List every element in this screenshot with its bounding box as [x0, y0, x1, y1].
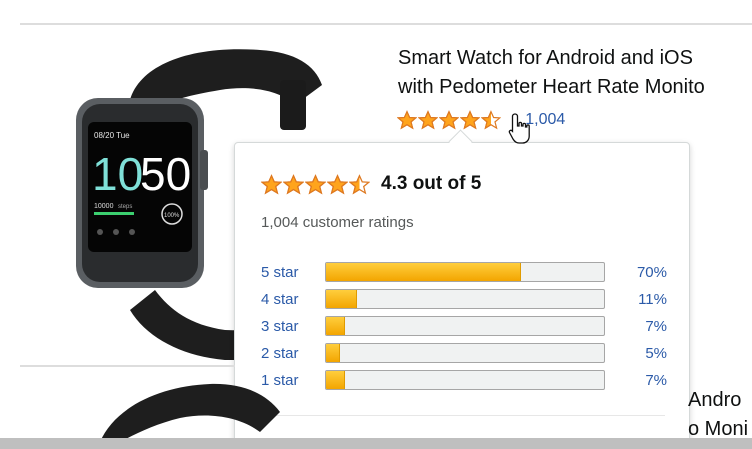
histogram-bar[interactable]	[325, 262, 605, 282]
rating-histogram: 5 star 70% 4 star 11% 3 star 7% 2 star 5% 1 star…	[261, 261, 681, 396]
histogram-star-label[interactable]: 3 star	[261, 318, 299, 335]
popover-divider	[261, 415, 665, 416]
rating-stars[interactable]	[397, 110, 502, 130]
histogram-bar-fill	[326, 263, 521, 281]
next-product-title-link[interactable]: Andro o Moni	[688, 386, 748, 444]
star-icon	[397, 110, 417, 130]
horizontal-scrollbar[interactable]	[0, 438, 752, 449]
popover-stars	[261, 173, 371, 195]
screen-hours: 10	[92, 148, 143, 200]
histogram-row[interactable]: 2 star 5%	[261, 342, 681, 369]
histogram-bar-fill	[326, 317, 346, 335]
histogram-star-label[interactable]: 4 star	[261, 291, 299, 308]
product-image-smart-watch-2[interactable]	[90, 372, 290, 442]
screen-steps-unit: steps	[118, 204, 132, 210]
star-icon	[261, 173, 282, 194]
popover-score-text: 4.3 out of 5	[381, 173, 482, 194]
hand-pointer-cursor-icon	[508, 113, 530, 144]
histogram-row[interactable]: 4 star 11%	[261, 288, 681, 315]
screen-progress: 100%	[164, 213, 180, 219]
star-icon	[327, 173, 348, 194]
next-product-title-line1[interactable]: Andro	[688, 386, 748, 415]
histogram-percent[interactable]: 5%	[645, 345, 667, 362]
histogram-percent[interactable]: 7%	[645, 372, 667, 389]
product-title-line1[interactable]: Smart Watch for Android and iOS	[398, 44, 752, 73]
star-icon	[283, 173, 304, 194]
screen-minutes: 50	[140, 148, 191, 200]
star-icon	[460, 110, 480, 130]
histogram-bar-fill	[326, 344, 340, 362]
star-icon	[439, 110, 459, 130]
screen-steps: 10000	[94, 203, 114, 210]
histogram-star-label[interactable]: 2 star	[261, 345, 299, 362]
popover-header: 4.3 out of 5	[261, 173, 481, 195]
star-icon	[305, 173, 326, 194]
histogram-percent[interactable]: 11%	[638, 291, 667, 308]
histogram-bar[interactable]	[325, 316, 605, 336]
mid-divider	[20, 365, 235, 367]
screen-date: 08/20 Tue	[94, 131, 130, 140]
half-star-icon	[481, 110, 501, 130]
histogram-bar-fill	[326, 371, 346, 389]
star-icon	[418, 110, 438, 130]
half-star-icon	[349, 173, 370, 194]
top-divider	[20, 23, 752, 25]
histogram-bar[interactable]	[325, 289, 605, 309]
popover-total-ratings: 1,004 customer ratings	[261, 214, 414, 231]
histogram-bar-fill	[326, 290, 357, 308]
product-rating-row[interactable]: ⌄ 1,004	[397, 108, 565, 132]
product-title-line2[interactable]: with Pedometer Heart Rate Monito	[398, 73, 752, 102]
histogram-percent[interactable]: 7%	[645, 318, 667, 335]
histogram-bar[interactable]	[325, 370, 605, 390]
histogram-percent[interactable]: 70%	[637, 264, 667, 281]
rating-breakdown-popover: 4.3 out of 5 1,004 customer ratings 5 st…	[234, 142, 690, 444]
histogram-bar[interactable]	[325, 343, 605, 363]
product-title-link[interactable]: Smart Watch for Android and iOS with Ped…	[398, 44, 752, 102]
histogram-star-label[interactable]: 5 star	[261, 264, 299, 281]
histogram-row[interactable]: 3 star 7%	[261, 315, 681, 342]
histogram-row[interactable]: 5 star 70%	[261, 261, 681, 288]
histogram-row[interactable]: 1 star 7%	[261, 369, 681, 396]
